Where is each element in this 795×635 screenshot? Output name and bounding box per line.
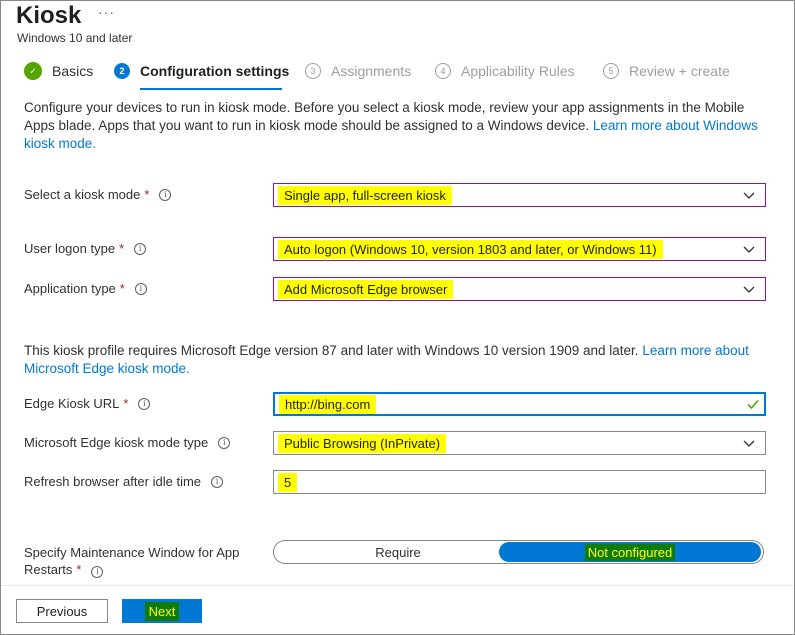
next-button[interactable]: Next xyxy=(122,599,202,623)
toggle-not-configured-label: Not configured xyxy=(584,543,676,561)
chevron-down-icon xyxy=(743,286,755,293)
required-marker: * xyxy=(119,281,125,296)
required-marker: * xyxy=(123,396,129,411)
step-number-icon: 2 xyxy=(114,63,130,79)
chevron-down-icon xyxy=(743,192,755,199)
step-applicability-rules[interactable]: 4 Applicability Rules xyxy=(435,60,575,82)
step-label: Applicability Rules xyxy=(461,63,575,79)
edge-url-input[interactable]: http://bing.com xyxy=(273,392,766,416)
info-icon[interactable]: i xyxy=(218,436,231,449)
note-text: This kiosk profile requires Microsoft Ed… xyxy=(24,343,643,358)
logon-type-value: Auto logon (Windows 10, version 1803 and… xyxy=(278,239,663,259)
step-label: Basics xyxy=(52,63,94,79)
kiosk-mode-value: Single app, full-screen kiosk xyxy=(278,185,452,205)
step-label: Configuration settings xyxy=(140,63,290,79)
required-marker: * xyxy=(76,562,82,577)
refresh-value: 5 xyxy=(278,472,298,492)
step-number-icon: 5 xyxy=(603,63,619,79)
step-assignments[interactable]: 3 Assignments xyxy=(305,60,411,82)
app-type-dropdown[interactable]: Add Microsoft Edge browser xyxy=(273,277,766,301)
step-configuration-settings[interactable]: 2 Configuration settings xyxy=(114,60,289,82)
chevron-down-icon xyxy=(743,246,755,253)
info-icon[interactable]: i xyxy=(159,188,172,201)
logon-type-label: User logon type * i xyxy=(24,241,147,256)
info-icon[interactable]: i xyxy=(91,565,104,578)
step-review-create[interactable]: 5 Review + create xyxy=(603,60,730,82)
refresh-input[interactable]: 5 xyxy=(273,470,766,494)
footer-divider xyxy=(1,585,794,586)
kiosk-mode-label: Select a kiosk mode * i xyxy=(24,187,172,202)
intro-description: Configure your devices to run in kiosk m… xyxy=(24,99,769,153)
toggle-not-configured[interactable]: Not configured xyxy=(499,542,761,562)
info-icon[interactable]: i xyxy=(134,282,147,295)
step-number-icon: 4 xyxy=(435,63,451,79)
next-button-label: Next xyxy=(144,601,180,621)
edge-url-value: http://bing.com xyxy=(279,394,377,414)
kiosk-mode-dropdown[interactable]: Single app, full-screen kiosk xyxy=(273,183,766,207)
active-step-underline xyxy=(140,88,282,90)
step-label: Review + create xyxy=(629,63,730,79)
valid-check-icon xyxy=(747,399,759,410)
edge-mode-value: Public Browsing (InPrivate) xyxy=(278,433,447,453)
edge-url-label: Edge Kiosk URL * i xyxy=(24,396,151,411)
more-options-button[interactable]: ··· xyxy=(98,4,115,20)
page-subtitle: Windows 10 and later xyxy=(17,31,133,45)
maintenance-toggle: Require Not configured xyxy=(273,540,764,564)
edge-mode-label: Microsoft Edge kiosk mode type i xyxy=(24,435,231,450)
required-marker: * xyxy=(144,187,150,202)
refresh-label: Refresh browser after idle time i xyxy=(24,474,224,489)
step-basics[interactable]: ✓ Basics xyxy=(24,60,93,82)
edge-mode-dropdown[interactable]: Public Browsing (InPrivate) xyxy=(273,431,766,455)
previous-button[interactable]: Previous xyxy=(16,599,108,623)
step-label: Assignments xyxy=(331,63,412,79)
logon-type-dropdown[interactable]: Auto logon (Windows 10, version 1803 and… xyxy=(273,237,766,261)
required-marker: * xyxy=(119,241,125,256)
check-icon: ✓ xyxy=(24,62,42,80)
app-type-value: Add Microsoft Edge browser xyxy=(278,279,454,299)
maintenance-label: Specify Maintenance Window for App Resta… xyxy=(24,545,240,578)
edge-requirement-note: This kiosk profile requires Microsoft Ed… xyxy=(24,342,769,378)
app-type-label: Application type * i xyxy=(24,281,147,296)
info-icon[interactable]: i xyxy=(138,397,151,410)
info-icon[interactable]: i xyxy=(211,475,224,488)
info-icon[interactable]: i xyxy=(134,242,147,255)
step-number-icon: 3 xyxy=(305,63,321,79)
toggle-require[interactable]: Require xyxy=(276,542,520,562)
chevron-down-icon xyxy=(743,440,755,447)
page-title: Kiosk xyxy=(16,2,82,29)
